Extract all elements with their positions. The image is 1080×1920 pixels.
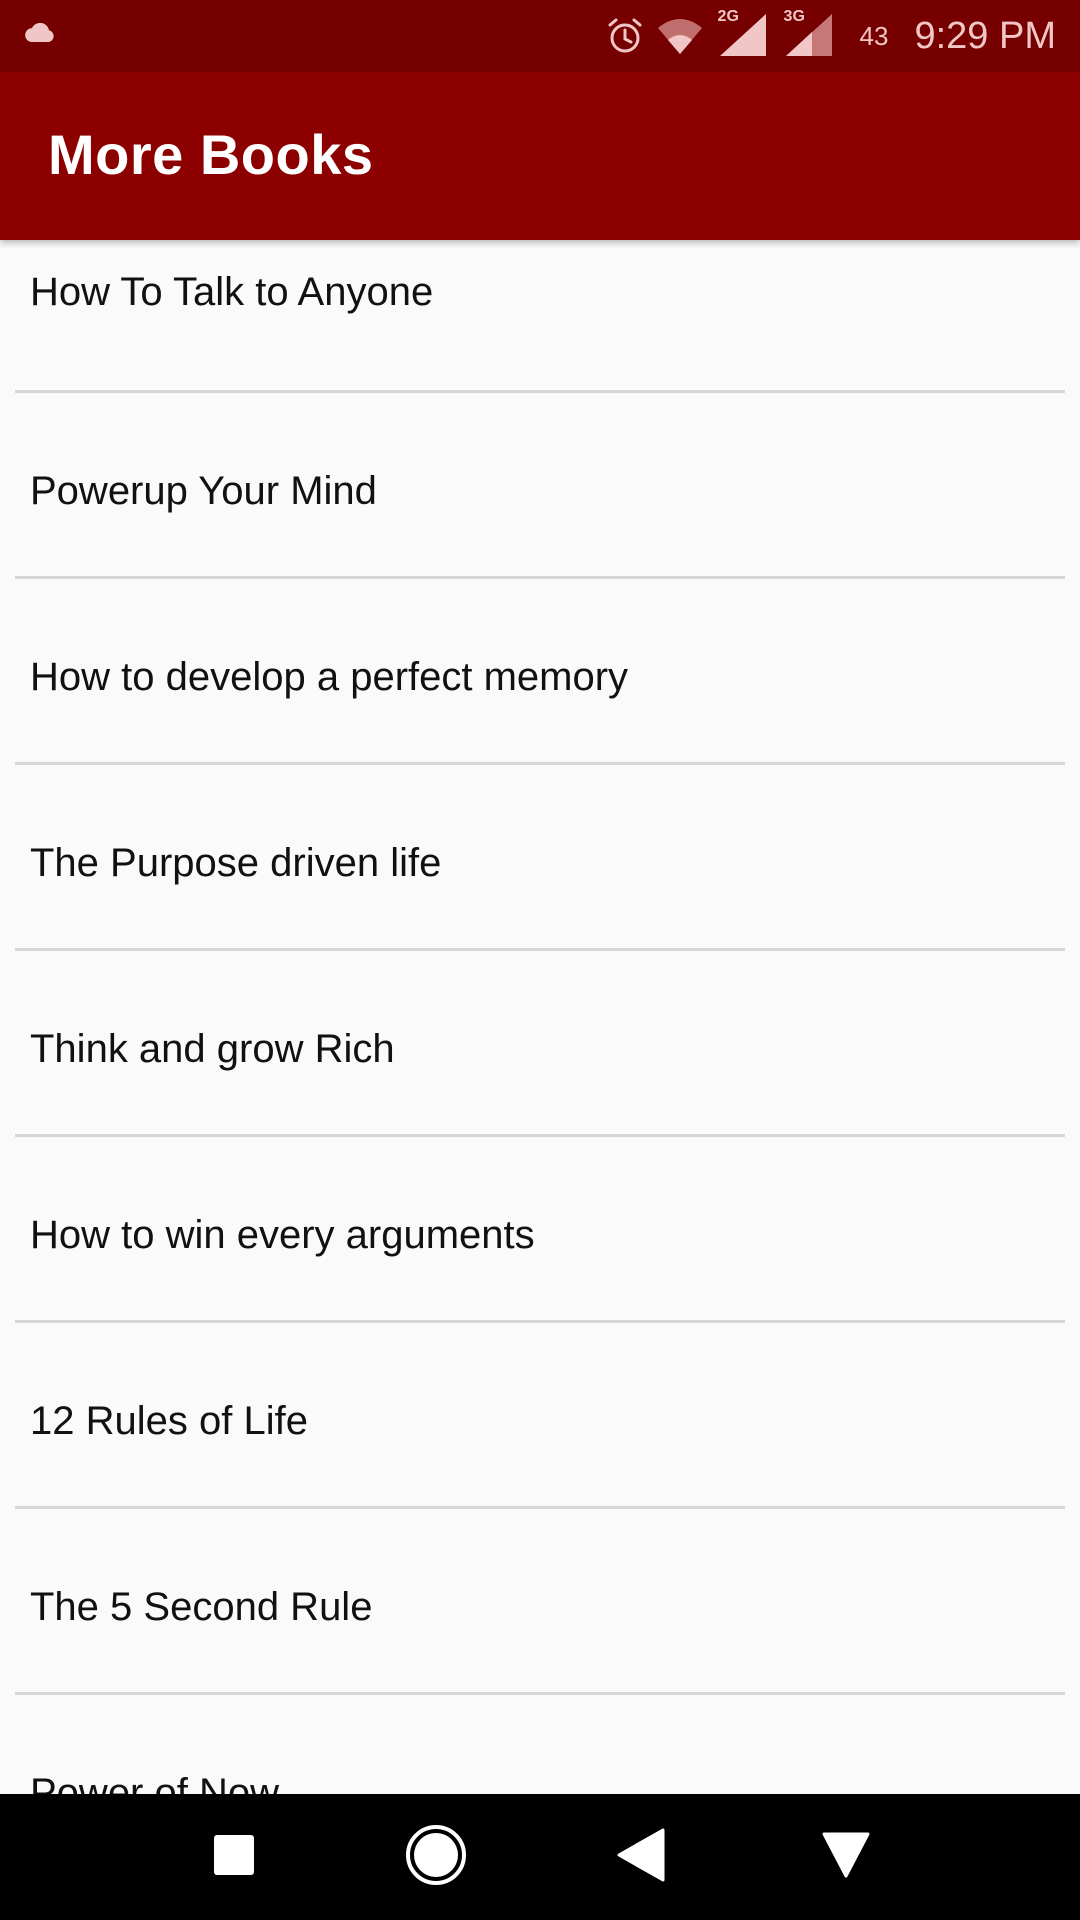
book-title: Power of Now	[30, 1771, 279, 1794]
book-list[interactable]: How To Talk to Anyone Powerup Your Mind Ho…	[0, 240, 1080, 1794]
book-title: Powerup Your Mind	[30, 469, 377, 513]
book-list-item[interactable]: Powerup Your Mind	[0, 426, 1080, 610]
signal-icon: 3G	[782, 8, 836, 58]
book-list-item[interactable]: How to win every arguments	[0, 1170, 1080, 1354]
book-title: The 5 Second Rule	[30, 1585, 373, 1629]
book-title: 12 Rules of Life	[30, 1399, 308, 1443]
list-divider	[15, 576, 1065, 579]
book-title: Think and grow Rich	[30, 1027, 395, 1071]
home-button[interactable]	[376, 1794, 496, 1920]
back-icon	[617, 1828, 667, 1887]
book-list-item[interactable]: The Purpose driven life	[0, 798, 1080, 982]
page-title: More Books	[48, 123, 374, 186]
book-list-item[interactable]: How To Talk to Anyone	[0, 240, 1080, 424]
app-bar: More Books	[0, 72, 1080, 240]
book-list-item[interactable]: Think and grow Rich	[0, 984, 1080, 1168]
book-list-item[interactable]: 12 Rules of Life	[0, 1356, 1080, 1540]
alarm-icon	[606, 17, 644, 55]
wifi-icon	[656, 16, 704, 56]
home-icon	[404, 1823, 468, 1892]
notifications-down-icon	[822, 1832, 870, 1883]
list-divider	[15, 1320, 1065, 1323]
notifications-button[interactable]	[786, 1794, 906, 1920]
signal-icon: 2G	[716, 8, 770, 58]
list-divider	[15, 1506, 1065, 1509]
list-divider	[15, 390, 1065, 393]
book-title: How to win every arguments	[30, 1213, 535, 1257]
navigation-bar	[0, 1794, 1080, 1920]
book-title: The Purpose driven life	[30, 841, 442, 885]
status-time: 9:29 PM	[914, 14, 1056, 57]
book-title: How to develop a perfect memory	[30, 655, 629, 699]
recent-apps-icon	[212, 1833, 256, 1882]
list-divider	[15, 948, 1065, 951]
status-bar: 2G 3G 43 9:29 PM	[0, 0, 1080, 72]
list-divider	[15, 762, 1065, 765]
list-divider	[15, 1692, 1065, 1695]
list-divider	[15, 1134, 1065, 1137]
back-button[interactable]	[582, 1794, 702, 1920]
recent-apps-button[interactable]	[174, 1794, 294, 1920]
book-list-item[interactable]: The 5 Second Rule	[0, 1542, 1080, 1726]
book-list-item[interactable]: How to develop a perfect memory	[0, 612, 1080, 796]
book-title: How To Talk to Anyone	[30, 270, 434, 314]
cloud-icon	[22, 22, 58, 51]
battery-level: 43	[859, 20, 889, 51]
book-list-item[interactable]: Power of Now	[0, 1728, 1080, 1794]
